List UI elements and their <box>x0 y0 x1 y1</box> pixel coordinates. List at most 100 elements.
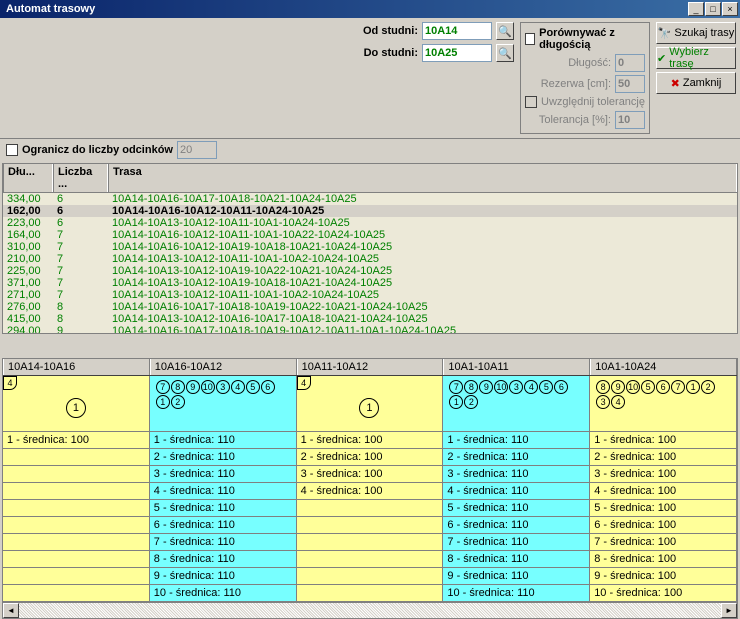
tolerance-label: Tolerancja [%]: <box>525 114 611 126</box>
diameter-cell: 3 - średnica: 110 <box>443 466 590 483</box>
length-input <box>615 54 645 72</box>
compare-checkbox[interactable] <box>525 33 535 45</box>
search-route-button[interactable]: 🔭Szukaj trasy <box>656 22 736 44</box>
detail-header[interactable]: 10A14-10A16 <box>3 359 150 375</box>
diameter-cell: 10 - średnica: 110 <box>150 585 297 602</box>
diameter-cell: 10 - średnica: 110 <box>443 585 590 602</box>
segment-row: Ogranicz do liczby odcinków <box>0 138 740 161</box>
diagram-cell: 1 <box>3 376 150 432</box>
compare-panel: Porównywać z długością Długość: Rezerwa … <box>520 22 650 134</box>
diameter-cell <box>297 585 444 602</box>
diameter-cell: 7 - średnica: 110 <box>443 534 590 551</box>
reserve-label: Rezerwa [cm]: <box>525 78 611 90</box>
diagram-cell: 78910345612 <box>443 376 590 432</box>
diameter-cell: 5 - średnica: 100 <box>590 500 737 517</box>
diameter-cell: 7 - średnica: 100 <box>590 534 737 551</box>
window-title: Automat trasowy <box>2 3 688 15</box>
tolerance-input <box>615 111 645 129</box>
to-search-icon[interactable]: 🔍 <box>496 44 514 62</box>
diameter-cell <box>3 568 150 585</box>
table-row[interactable]: 310,00710A14-10A16-10A12-10A19-10A18-10A… <box>3 241 737 253</box>
diameter-cell: 6 - średnica: 100 <box>590 517 737 534</box>
diameter-cell <box>3 585 150 602</box>
titlebar: Automat trasowy _ □ × <box>0 0 740 18</box>
col-route[interactable]: Trasa <box>108 164 737 192</box>
close-button[interactable]: × <box>722 2 738 16</box>
diagram-cell: 78910345612 <box>150 376 297 432</box>
diameter-cell: 1 - średnica: 110 <box>443 432 590 449</box>
close-dialog-button[interactable]: ✖Zamknij <box>656 72 736 94</box>
diameter-cell <box>297 551 444 568</box>
diameter-cell <box>3 483 150 500</box>
diameter-cell: 4 - średnica: 100 <box>590 483 737 500</box>
maximize-button[interactable]: □ <box>705 2 721 16</box>
col-count[interactable]: Liczba ... <box>53 164 108 192</box>
table-row[interactable]: 334,00610A14-10A16-10A17-10A18-10A21-10A… <box>3 193 737 205</box>
compare-label: Porównywać z długością <box>539 27 645 51</box>
diameter-cell: 2 - średnica: 110 <box>443 449 590 466</box>
diameter-cell: 5 - średnica: 110 <box>443 500 590 517</box>
length-label: Długość: <box>525 57 611 69</box>
diameter-cell: 2 - średnica: 110 <box>150 449 297 466</box>
from-search-icon[interactable]: 🔍 <box>496 22 514 40</box>
scroll-right-icon[interactable]: ► <box>721 603 737 618</box>
diameter-cell: 8 - średnica: 110 <box>443 551 590 568</box>
toolbar: Od studni: 🔍 Do studni: 🔍 Porównywać z d… <box>0 18 740 138</box>
table-row[interactable]: 225,00710A14-10A13-10A12-10A19-10A22-10A… <box>3 265 737 277</box>
from-label: Od studni: <box>348 25 418 37</box>
detail-header[interactable]: 10A16-10A12 <box>150 359 297 375</box>
diagram-cell: 89105671234 <box>590 376 737 432</box>
minimize-button[interactable]: _ <box>688 2 704 16</box>
scroll-left-icon[interactable]: ◄ <box>3 603 19 618</box>
detail-header[interactable]: 10A1-10A11 <box>443 359 590 375</box>
diameter-cell <box>3 500 150 517</box>
diameter-cell: 7 - średnica: 110 <box>150 534 297 551</box>
segment-checkbox[interactable] <box>6 144 18 156</box>
diameter-cell: 6 - średnica: 110 <box>443 517 590 534</box>
diagram-cell: 1 <box>297 376 444 432</box>
table-row[interactable]: 276,00810A14-10A16-10A17-10A18-10A19-10A… <box>3 301 737 313</box>
table-row[interactable]: 162,00610A14-10A16-10A12-10A11-10A24-10A… <box>3 205 737 217</box>
table-row[interactable]: 271,00710A14-10A13-10A12-10A11-10A1-10A2… <box>3 289 737 301</box>
routes-grid: Dłu... Liczba ... Trasa 334,00610A14-10A… <box>2 163 738 334</box>
diameter-cell: 9 - średnica: 100 <box>590 568 737 585</box>
diameter-cell: 10 - średnica: 100 <box>590 585 737 602</box>
diameter-cell: 3 - średnica: 110 <box>150 466 297 483</box>
detail-header[interactable]: 10A11-10A12 <box>297 359 444 375</box>
table-row[interactable]: 164,00710A14-10A16-10A12-10A11-10A1-10A2… <box>3 229 737 241</box>
tolerance-checkbox[interactable] <box>525 96 537 108</box>
diameter-cell: 9 - średnica: 110 <box>443 568 590 585</box>
tolerance-chk-label: Uwzględnij tolerancję <box>541 96 645 108</box>
to-input[interactable] <box>422 44 492 62</box>
diameter-cell: 4 - średnica: 110 <box>443 483 590 500</box>
table-row[interactable]: 210,00710A14-10A13-10A12-10A11-10A1-10A2… <box>3 253 737 265</box>
diameter-cell <box>297 517 444 534</box>
diameter-cell: 4 - średnica: 100 <box>297 483 444 500</box>
diameter-cell: 8 - średnica: 100 <box>590 551 737 568</box>
table-row[interactable]: 294,00910A14-10A16-10A17-10A18-10A19-10A… <box>3 325 737 333</box>
table-row[interactable]: 415,00810A14-10A13-10A12-10A16-10A17-10A… <box>3 313 737 325</box>
grid-body[interactable]: 334,00610A14-10A16-10A17-10A18-10A21-10A… <box>3 193 737 333</box>
diameter-cell: 9 - średnica: 110 <box>150 568 297 585</box>
diameter-cell: 2 - średnica: 100 <box>297 449 444 466</box>
diameter-cell: 1 - średnica: 110 <box>150 432 297 449</box>
diameter-cell <box>297 534 444 551</box>
diameter-cell <box>3 466 150 483</box>
diameter-cell <box>3 551 150 568</box>
select-route-button[interactable]: ✔Wybierz trasę <box>656 47 736 69</box>
diameter-cell <box>297 500 444 517</box>
horizontal-scrollbar[interactable]: ◄ ► <box>3 602 737 618</box>
table-row[interactable]: 223,00610A14-10A13-10A12-10A11-10A1-10A2… <box>3 217 737 229</box>
to-label: Do studni: <box>348 47 418 59</box>
diameter-cell: 1 - średnica: 100 <box>3 432 150 449</box>
diameter-cell <box>3 517 150 534</box>
from-input[interactable] <box>422 22 492 40</box>
detail-header[interactable]: 10A1-10A24 <box>590 359 737 375</box>
diameter-cell: 2 - średnica: 100 <box>590 449 737 466</box>
binoculars-icon: 🔭 <box>658 27 672 40</box>
diameter-cell <box>3 449 150 466</box>
table-row[interactable]: 371,00710A14-10A13-10A12-10A19-10A18-10A… <box>3 277 737 289</box>
col-length[interactable]: Dłu... <box>3 164 53 192</box>
detail-grid: 10A14-10A1610A16-10A1210A11-10A1210A1-10… <box>2 358 738 619</box>
reserve-input <box>615 75 645 93</box>
